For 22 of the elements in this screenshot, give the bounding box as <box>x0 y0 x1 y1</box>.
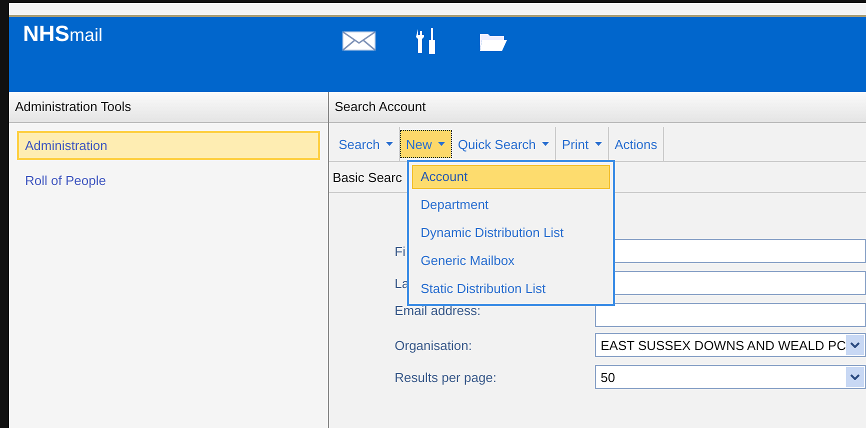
panel-title: Administration Tools <box>9 92 328 123</box>
field-label: Results per page: <box>394 370 498 384</box>
mail-icon[interactable] <box>342 31 376 51</box>
menu-item[interactable]: Account <box>412 165 610 189</box>
menu-item[interactable]: Static Distribution List <box>412 277 610 301</box>
menu-item[interactable]: Dynamic Distribution List <box>412 221 610 245</box>
menu-item[interactable]: Generic Mailbox <box>412 249 610 273</box>
menu-item[interactable]: Department <box>412 193 610 217</box>
toolbar-button[interactable]: New <box>400 130 452 158</box>
sidebar-item[interactable]: Administration <box>17 131 320 160</box>
sidebar-item[interactable]: Roll of People <box>17 166 320 195</box>
input-field[interactable] <box>594 303 866 327</box>
field-label: Organisation: <box>394 338 473 352</box>
chevron-icon <box>846 335 864 355</box>
nhsmail-logo: NHSmail <box>23 21 102 47</box>
panel-title: Search Account <box>328 92 866 123</box>
chevron-icon <box>846 367 864 387</box>
field-label: Email address: <box>394 303 482 318</box>
select-field[interactable]: 50 <box>594 365 866 389</box>
select-field[interactable]: EAST SUSSEX DOWNS AND WEALD PC <box>594 333 866 357</box>
field-label: Fi <box>394 244 406 258</box>
tab[interactable]: Basic Searc <box>332 170 402 184</box>
